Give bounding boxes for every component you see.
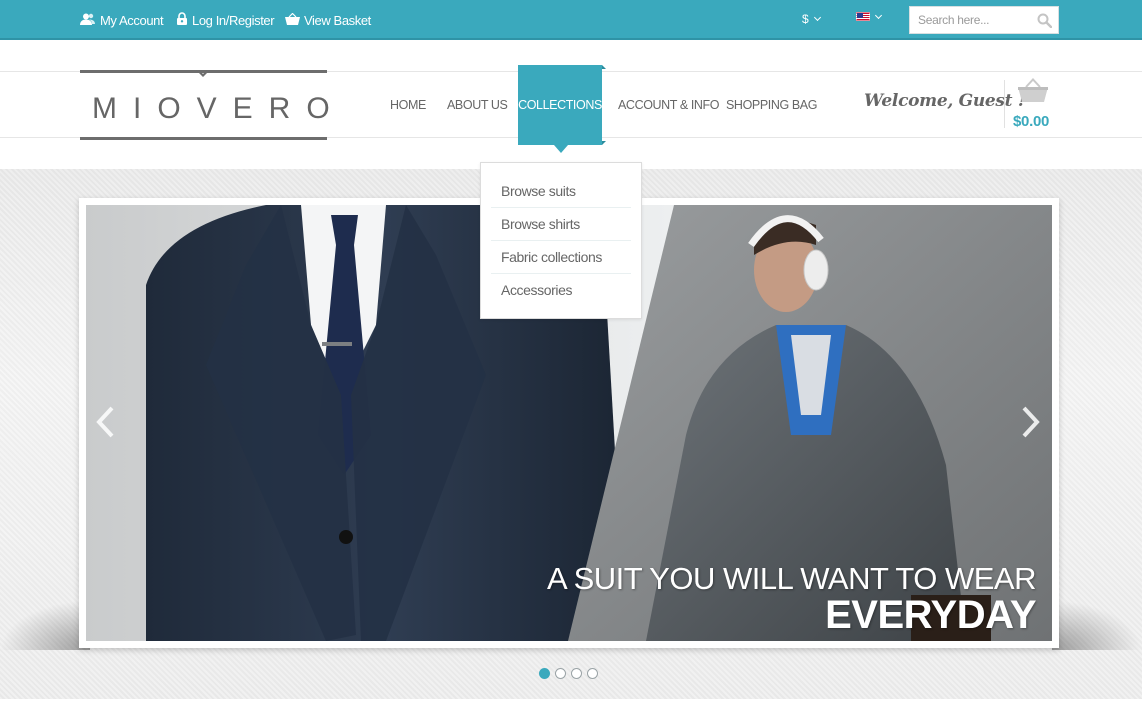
slide-caption-line2: EVERYDAY [825, 593, 1036, 637]
chevron-down-icon [874, 11, 883, 19]
slider-prev-arrow-icon[interactable] [94, 405, 118, 439]
slider-dot-3[interactable] [571, 668, 582, 679]
us-flag-icon [856, 12, 870, 21]
search-box [909, 6, 1059, 34]
nav-account-info[interactable]: ACCOUNT & INFO [618, 65, 720, 145]
my-account-link[interactable]: My Account [80, 12, 164, 28]
view-basket-label: View Basket [304, 12, 371, 28]
nav-home[interactable]: HOME [390, 65, 426, 145]
slider-dot-2[interactable] [555, 668, 566, 679]
nav-shopping-bag[interactable]: SHOPPING BAG [726, 65, 817, 145]
slider-pagination [539, 668, 598, 679]
slider-dot-4[interactable] [587, 668, 598, 679]
slider-next-arrow-icon[interactable] [1018, 405, 1042, 439]
cart-total[interactable]: $0.00 [1013, 113, 1049, 130]
view-basket-link[interactable]: View Basket [285, 12, 371, 28]
hero-shadow-left [0, 600, 90, 650]
slider-dot-1[interactable] [539, 668, 550, 679]
logo-bottom-rule [80, 137, 327, 140]
nav-collections-label: COLLECTIONS [518, 98, 602, 112]
cart-divider [1004, 80, 1005, 128]
logo-notch-icon [196, 70, 210, 77]
login-register-link[interactable]: Log In/Register [176, 12, 275, 28]
nav-active-caret [554, 145, 568, 153]
nav-fold-corner [602, 141, 606, 145]
collections-dropdown: Browse suits Browse shirts Fabric collec… [480, 162, 642, 319]
search-icon[interactable] [1037, 13, 1053, 33]
top-bar: My Account Log In/Register View Basket $ [0, 0, 1142, 40]
nav-collections[interactable]: COLLECTIONS [518, 65, 606, 153]
dropdown-item-browse-shirts[interactable]: Browse shirts [491, 208, 631, 241]
logo-text: MIOVERO [92, 92, 346, 125]
basket-icon [285, 12, 300, 28]
dropdown-item-accessories[interactable]: Accessories [491, 274, 631, 307]
currency-value: $ [802, 12, 809, 26]
chevron-down-icon [813, 13, 821, 22]
cart-basket-icon[interactable] [1018, 78, 1048, 109]
hero-shadow-right [1052, 600, 1142, 650]
my-account-label: My Account [100, 12, 164, 28]
currency-selector[interactable]: $ [802, 12, 821, 26]
search-input[interactable] [910, 8, 1030, 32]
slide-caption-line1: A SUIT YOU WILL WANT TO WEAR [547, 561, 1037, 596]
lock-icon [176, 12, 188, 28]
dropdown-item-browse-suits[interactable]: Browse suits [491, 175, 631, 208]
login-register-label: Log In/Register [192, 12, 275, 28]
dropdown-item-fabric-collections[interactable]: Fabric collections [491, 241, 631, 274]
language-selector[interactable] [856, 11, 883, 21]
user-icon [80, 13, 96, 28]
site-logo[interactable]: MIOVERO [80, 70, 346, 140]
nav-about-us[interactable]: ABOUT US [447, 65, 508, 145]
welcome-message: Welcome, Guest ! [864, 91, 1026, 111]
